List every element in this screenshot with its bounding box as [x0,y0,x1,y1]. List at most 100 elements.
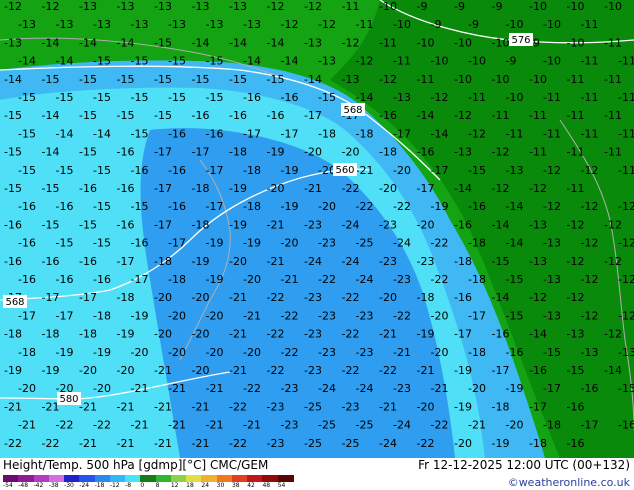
temp-label: -16 [168,164,186,177]
temp-label: -15 [267,73,285,86]
temp-label: -15 [154,73,172,86]
temp-label: -20 [131,346,149,359]
temp-label: -17 [18,309,36,322]
temp-label: -20 [342,146,360,159]
temp-label: -22 [393,200,411,213]
temp-label: -16 [492,328,510,341]
temp-label: -10 [567,36,585,49]
temp-label: -12 [581,200,599,213]
temp-label: -20 [229,255,247,268]
temp-label: -14 [431,127,449,140]
temp-label: -20 [243,273,261,286]
temp-label: -12 [342,36,360,49]
temp-label: -12 [454,109,472,122]
temp-label: -20 [154,291,172,304]
temp-label: -11 [529,109,547,122]
temp-label: -21 [417,364,435,377]
temp-label: -22 [431,237,449,250]
temp-label: -15 [206,91,224,104]
temp-label: -25 [342,437,360,450]
temp-label: -23 [304,364,322,377]
scale-swatch [201,475,218,482]
valid-time: Fr 12-12-2025 12:00 UTC (00+132) [418,458,630,472]
temp-label: -17 [56,309,74,322]
temp-label: -17 [79,291,97,304]
temp-label: -11 [618,164,634,177]
temp-label: -15 [543,346,561,359]
scale-swatch [186,475,203,482]
temp-label: -17 [42,291,60,304]
temp-label: -19 [281,164,299,177]
temp-label: -13 [529,218,547,231]
temp-label: -22 [417,437,435,450]
temp-label: -17 [206,200,224,213]
temp-label: -14 [267,36,285,49]
temp-label: -14 [42,146,60,159]
temp-label: -22 [42,437,60,450]
temp-label: -11 [604,109,622,122]
svg-text:560: 560 [335,165,354,176]
temp-label: -14 [506,237,524,250]
temp-label: -17 [393,127,411,140]
temp-label: -21 [267,218,285,231]
temp-label: -11 [506,127,524,140]
temp-label: -11 [468,91,486,104]
temp-label: -15 [154,109,172,122]
temp-label: -11 [581,91,599,104]
temp-label: -21 [379,328,397,341]
temp-label: -17 [192,146,210,159]
temp-label: -20 [431,346,449,359]
temp-label: -21 [192,437,210,450]
temp-label: -20 [281,237,299,250]
temp-label: -14 [56,127,74,140]
temp-label: -11 [618,127,634,140]
temp-label: -11 [379,36,397,49]
temp-label: -15 [4,109,22,122]
temp-label: -20 [267,182,285,195]
temp-label: -20 [417,218,435,231]
scale-swatch [18,475,35,482]
temp-label: -21 [42,400,60,413]
temp-label: -16 [168,127,186,140]
temp-label: -22 [393,309,411,322]
temp-label: -20 [379,182,397,195]
scale-swatch [125,475,142,482]
temp-label: -9 [468,18,479,31]
temp-label: -19 [417,328,435,341]
temp-label: -19 [454,364,472,377]
temp-label: -16 [18,273,36,286]
temp-label: -16 [79,255,97,268]
temp-label: -18 [468,237,486,250]
temp-label: -20 [454,437,472,450]
temp-label: -22 [379,364,397,377]
temp-label: -21 [229,291,247,304]
temp-label: -14 [93,127,111,140]
temp-label: -15 [229,73,247,86]
temp-label: -21 [168,382,186,395]
temp-label: -15 [79,146,97,159]
temp-label: -11 [604,73,622,86]
temp-label: -21 [304,182,322,195]
temp-label: -13 [18,18,36,31]
temp-label: -15 [117,109,135,122]
temp-label: -20 [318,200,336,213]
temp-label: -17 [468,309,486,322]
temp-label: -12 [492,182,510,195]
scale-label: -42 [33,482,44,489]
temp-label: -21 [79,400,97,413]
temp-label: -12 [4,0,22,13]
map-footer: Height/Temp. 500 hPa [gdmp][°C] CMC/GEM … [0,458,634,490]
temp-label: -21 [229,364,247,377]
temp-label: -10 [604,0,622,13]
temp-label: -17 [417,182,435,195]
temp-label: -18 [229,146,247,159]
temp-label: -14 [604,364,622,377]
temp-label: -18 [318,127,336,140]
temp-label: -15 [93,164,111,177]
temp-label: -19 [506,382,524,395]
temp-label: -13 [393,91,411,104]
credit-link[interactable]: ©weatheronline.co.uk [508,476,630,489]
temp-label: -13 [168,18,186,31]
temp-label: -20 [93,382,111,395]
temp-label: -15 [168,55,186,68]
